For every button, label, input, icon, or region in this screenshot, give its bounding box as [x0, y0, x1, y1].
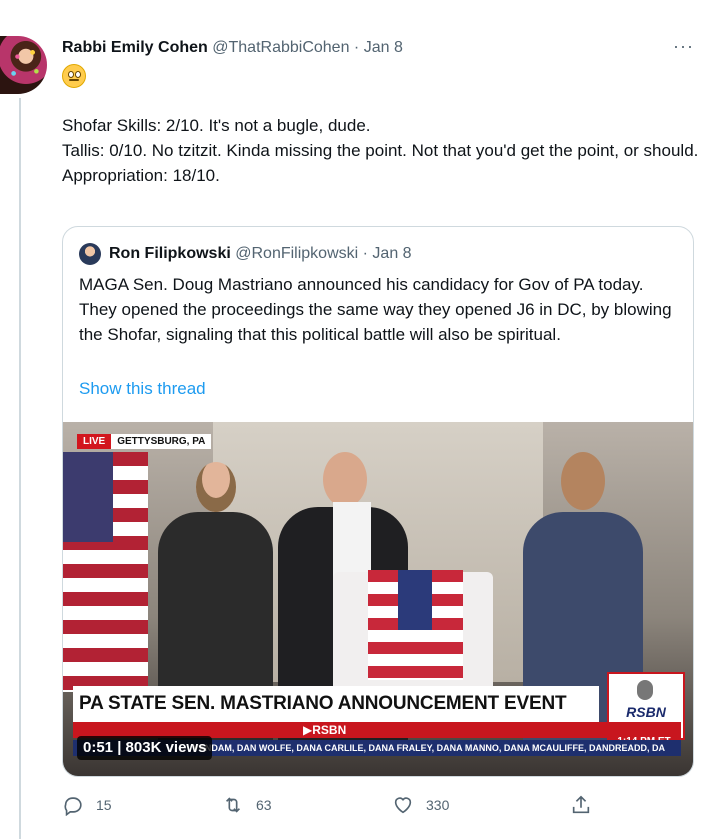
- quoted-author-handle: @RonFilipkowski: [235, 245, 359, 262]
- tweet-line: Shofar Skills: 2/10. It's not a bugle, d…: [62, 116, 371, 135]
- quoted-tweet[interactable]: Ron Filipkowski @RonFilipkowski · Jan 8 …: [62, 226, 694, 777]
- like-button[interactable]: 330: [392, 794, 449, 816]
- share-icon: [572, 795, 590, 814]
- action-bar: 15 63 330: [62, 794, 622, 818]
- quoted-author-name: Ron Filipkowski: [109, 245, 231, 262]
- quoted-header: Ron Filipkowski @RonFilipkowski · Jan 8: [79, 243, 412, 265]
- author-handle[interactable]: @ThatRabbiCohen: [212, 39, 349, 56]
- avatar[interactable]: [0, 36, 47, 94]
- quoted-avatar: [79, 243, 101, 265]
- separator: ·: [353, 39, 360, 56]
- network-label: ▶RSBN: [303, 723, 347, 737]
- thread-line: [19, 98, 21, 839]
- more-options-icon[interactable]: ···: [673, 36, 694, 57]
- tweet-date[interactable]: Jan 8: [364, 39, 403, 56]
- author-name[interactable]: Rabbi Emily Cohen: [62, 39, 208, 56]
- tweet-text: Shofar Skills: 2/10. It's not a bugle, d…: [62, 113, 702, 188]
- tweet-line: Appropriation: 18/10.: [62, 166, 220, 185]
- like-count: 330: [426, 797, 450, 813]
- rolling-eyes-emoji-icon: [62, 64, 86, 88]
- headline-banner: PA STATE SEN. MASTRIANO ANNOUNCEMENT EVE…: [73, 686, 599, 722]
- reply-button[interactable]: 15: [62, 794, 112, 816]
- location-label: GETTYSBURG, PA: [111, 434, 212, 449]
- heart-icon: [394, 797, 412, 814]
- share-button[interactable]: [570, 794, 604, 816]
- show-thread-link[interactable]: Show this thread: [79, 379, 206, 399]
- live-chyron: LIVE GETTYSBURG, PA: [77, 434, 212, 449]
- podium-flag: [368, 570, 463, 680]
- video-stats: 0:51 | 803K views: [77, 736, 213, 760]
- retweet-icon: [225, 797, 241, 813]
- video-player[interactable]: LIVE GETTYSBURG, PA PA STATE SEN. MASTRI…: [63, 422, 693, 776]
- reply-count: 15: [96, 797, 112, 813]
- quoted-date: Jan 8: [372, 245, 412, 262]
- quoted-text: MAGA Sen. Doug Mastriano announced his c…: [79, 275, 672, 344]
- reply-icon: [64, 797, 82, 816]
- tweet-line: Tallis: 0/10. No tzitzit. Kinda missing …: [62, 141, 699, 160]
- retweet-count: 63: [256, 797, 272, 813]
- tweet-header: Rabbi Emily Cohen @ThatRabbiCohen · Jan …: [62, 38, 403, 58]
- live-badge: LIVE: [77, 434, 112, 449]
- network-logo-text: RSBN: [626, 704, 666, 720]
- separator: ·: [362, 245, 368, 262]
- microphone-icon: [637, 680, 653, 700]
- retweet-button[interactable]: 63: [222, 794, 272, 816]
- american-flag: [63, 452, 148, 692]
